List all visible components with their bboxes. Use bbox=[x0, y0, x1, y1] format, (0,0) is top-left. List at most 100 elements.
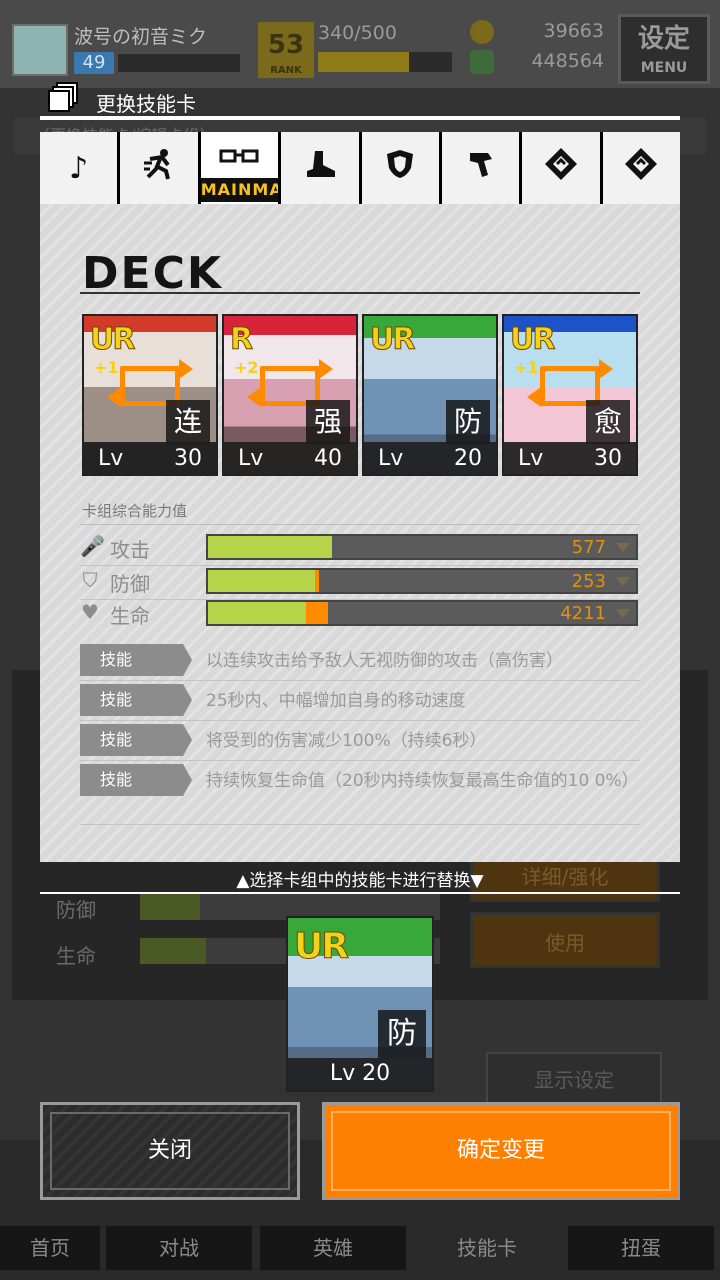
coin-count: 39663 bbox=[543, 20, 604, 42]
nav-skillcard[interactable]: 技能卡 bbox=[414, 1226, 560, 1270]
deck-card-1[interactable]: UR +1 连 Lv 30 bbox=[82, 314, 218, 476]
gem-count: 448564 bbox=[531, 50, 604, 72]
card-level-value: 20 bbox=[454, 445, 482, 471]
diamond-knot-icon bbox=[543, 146, 579, 190]
stats-title: 卡组综合能力值 bbox=[82, 502, 188, 520]
confirm-change-button[interactable]: 确定变更 bbox=[322, 1102, 680, 1200]
rank-value: 53 bbox=[267, 30, 305, 60]
deck-card-2[interactable]: R +2 强 Lv 40 bbox=[222, 314, 358, 476]
display-settings-button[interactable]: 显示设定 bbox=[486, 1052, 662, 1108]
card-rarity: UR bbox=[294, 926, 350, 968]
card-type: 强 bbox=[306, 400, 350, 444]
skill-row: 技能 25秒内、中幅增加自身的移动速度 bbox=[80, 684, 640, 721]
card-type: 防 bbox=[378, 1010, 426, 1058]
microphone-icon: 🎤 bbox=[80, 534, 105, 558]
exp-bar bbox=[118, 54, 240, 72]
skill-row: 技能 将受到的伤害减少100%（持续6秒） bbox=[80, 724, 640, 761]
category-tabs: ♪ MAINMAIN bbox=[40, 132, 680, 204]
skill-text: 以连续攻击给予敌人无视防御的攻击（高伤害） bbox=[206, 651, 563, 671]
status-bar: 波号の初音ミク 49 53 RANK 340/500 39663 448564 设… bbox=[0, 0, 720, 88]
card-rarity: UR bbox=[509, 322, 556, 358]
selected-card[interactable]: UR 防 Lv 20 bbox=[286, 916, 434, 1092]
dialog-header: 更换技能卡 bbox=[40, 80, 680, 120]
tab-speed[interactable] bbox=[120, 132, 198, 204]
skill-tag: 技能 bbox=[80, 684, 192, 716]
stat-value: 253 bbox=[571, 571, 606, 592]
stat-value: 4211 bbox=[560, 603, 606, 624]
card-type: 连 bbox=[166, 400, 210, 444]
card-level-label: Lv bbox=[238, 445, 264, 471]
stat-bar: 253 bbox=[206, 568, 638, 594]
rank-badge: 53 RANK bbox=[258, 22, 314, 78]
close-button[interactable]: 关闭 bbox=[40, 1102, 300, 1200]
tab-knot-1[interactable] bbox=[522, 132, 600, 204]
tab-boot[interactable] bbox=[281, 132, 359, 204]
stamina-text: 340/500 bbox=[318, 22, 397, 44]
skill-tag: 技能 bbox=[80, 764, 192, 796]
swap-hint: ▲选择卡组中的技能卡进行替换▼ bbox=[236, 871, 484, 891]
confirm-button-label: 确定变更 bbox=[456, 1138, 545, 1163]
card-level: Lv 20 bbox=[288, 1058, 432, 1090]
deck-card-4[interactable]: UR +1 愈 Lv 30 bbox=[502, 314, 638, 476]
nav-battle[interactable]: 对战 bbox=[106, 1226, 252, 1270]
close-button-label: 关闭 bbox=[147, 1138, 192, 1163]
game-screen: 波号の初音ミク 49 53 RANK 340/500 39663 448564 设… bbox=[0, 0, 720, 1280]
hint-divider bbox=[40, 892, 680, 894]
card-type: 愈 bbox=[586, 400, 630, 444]
stat-attack: 🎤 攻击 577 bbox=[80, 532, 640, 566]
menu-sub: MENU bbox=[640, 60, 688, 76]
stat-label: 生命 bbox=[110, 604, 150, 628]
stat-value: 577 bbox=[571, 537, 606, 558]
stat-bar: 4211 bbox=[206, 600, 638, 626]
diamond-knot-icon bbox=[623, 146, 659, 190]
card-level-value: 40 bbox=[314, 445, 342, 471]
card-level: Lv 40 bbox=[224, 442, 356, 474]
player-avatar[interactable] bbox=[12, 24, 68, 76]
deck-card-3[interactable]: UR 防 Lv 20 bbox=[362, 314, 498, 476]
menu-button[interactable]: 设定 MENU bbox=[618, 14, 710, 84]
nav-gacha[interactable]: 扭蛋 bbox=[568, 1226, 714, 1270]
tab-knot-2[interactable] bbox=[602, 132, 680, 204]
deck-panel: DECK UR +1 连 Lv 30 R +2 强 Lv 40 UR 防 Lv … bbox=[40, 204, 680, 862]
card-level: Lv 30 bbox=[84, 442, 216, 474]
stamina-bar bbox=[318, 52, 452, 72]
stat-label: 防御 bbox=[110, 572, 150, 596]
skill-row: 技能 持续恢复生命值（20秒内持续恢复最高生命值的10 0%） bbox=[80, 764, 640, 826]
card-level-label: Lv bbox=[378, 445, 404, 471]
card-level-label: Lv bbox=[518, 445, 544, 471]
tab-shield[interactable] bbox=[361, 132, 439, 204]
skill-text: 持续恢复生命值（20秒内持续恢复最高生命值的10 0%） bbox=[206, 771, 639, 791]
card-level-value: 30 bbox=[174, 445, 202, 471]
nav-hero[interactable]: 英雄 bbox=[260, 1226, 406, 1270]
card-plus: +1 bbox=[94, 358, 119, 377]
card-rarity: R bbox=[229, 322, 253, 358]
nav-home[interactable]: 首页 bbox=[0, 1226, 100, 1270]
tab-music[interactable]: ♪ bbox=[40, 132, 118, 204]
deck-divider bbox=[80, 292, 640, 294]
rank-label: RANK bbox=[270, 65, 302, 76]
skill-text: 将受到的伤害减少100%（持续6秒） bbox=[206, 731, 487, 751]
music-note-icon: ♪ bbox=[69, 150, 89, 186]
tab-glasses[interactable]: MAINMAIN bbox=[200, 132, 279, 204]
glasses-icon bbox=[219, 140, 259, 175]
bg-stat-life: 生命 bbox=[56, 944, 96, 968]
skill-tag: 技能 bbox=[80, 724, 192, 756]
use-button[interactable]: 使用 bbox=[470, 912, 660, 968]
card-level: Lv 30 bbox=[504, 442, 636, 474]
tab-glasses-label: MAINMAIN bbox=[200, 178, 279, 202]
heart-icon: ♥ bbox=[81, 600, 99, 624]
tab-hammer[interactable] bbox=[441, 132, 520, 204]
stat-life: ♥ 生命 4211 bbox=[80, 598, 640, 628]
cards-icon bbox=[48, 82, 82, 114]
card-type: 防 bbox=[446, 400, 490, 444]
skill-text: 25秒内、中幅增加自身的移动速度 bbox=[206, 691, 466, 711]
menu-title: 设定 bbox=[637, 24, 690, 54]
shield-icon: ⛉ bbox=[82, 568, 98, 592]
dialog-divider bbox=[40, 116, 680, 120]
dialog-title: 更换技能卡 bbox=[96, 92, 196, 116]
card-level: Lv 20 bbox=[364, 442, 496, 474]
card-rarity: UR bbox=[89, 322, 136, 358]
skill-tag: 技能 bbox=[80, 644, 192, 676]
chevron-down-icon bbox=[616, 577, 630, 586]
card-level-label: Lv bbox=[98, 445, 124, 471]
